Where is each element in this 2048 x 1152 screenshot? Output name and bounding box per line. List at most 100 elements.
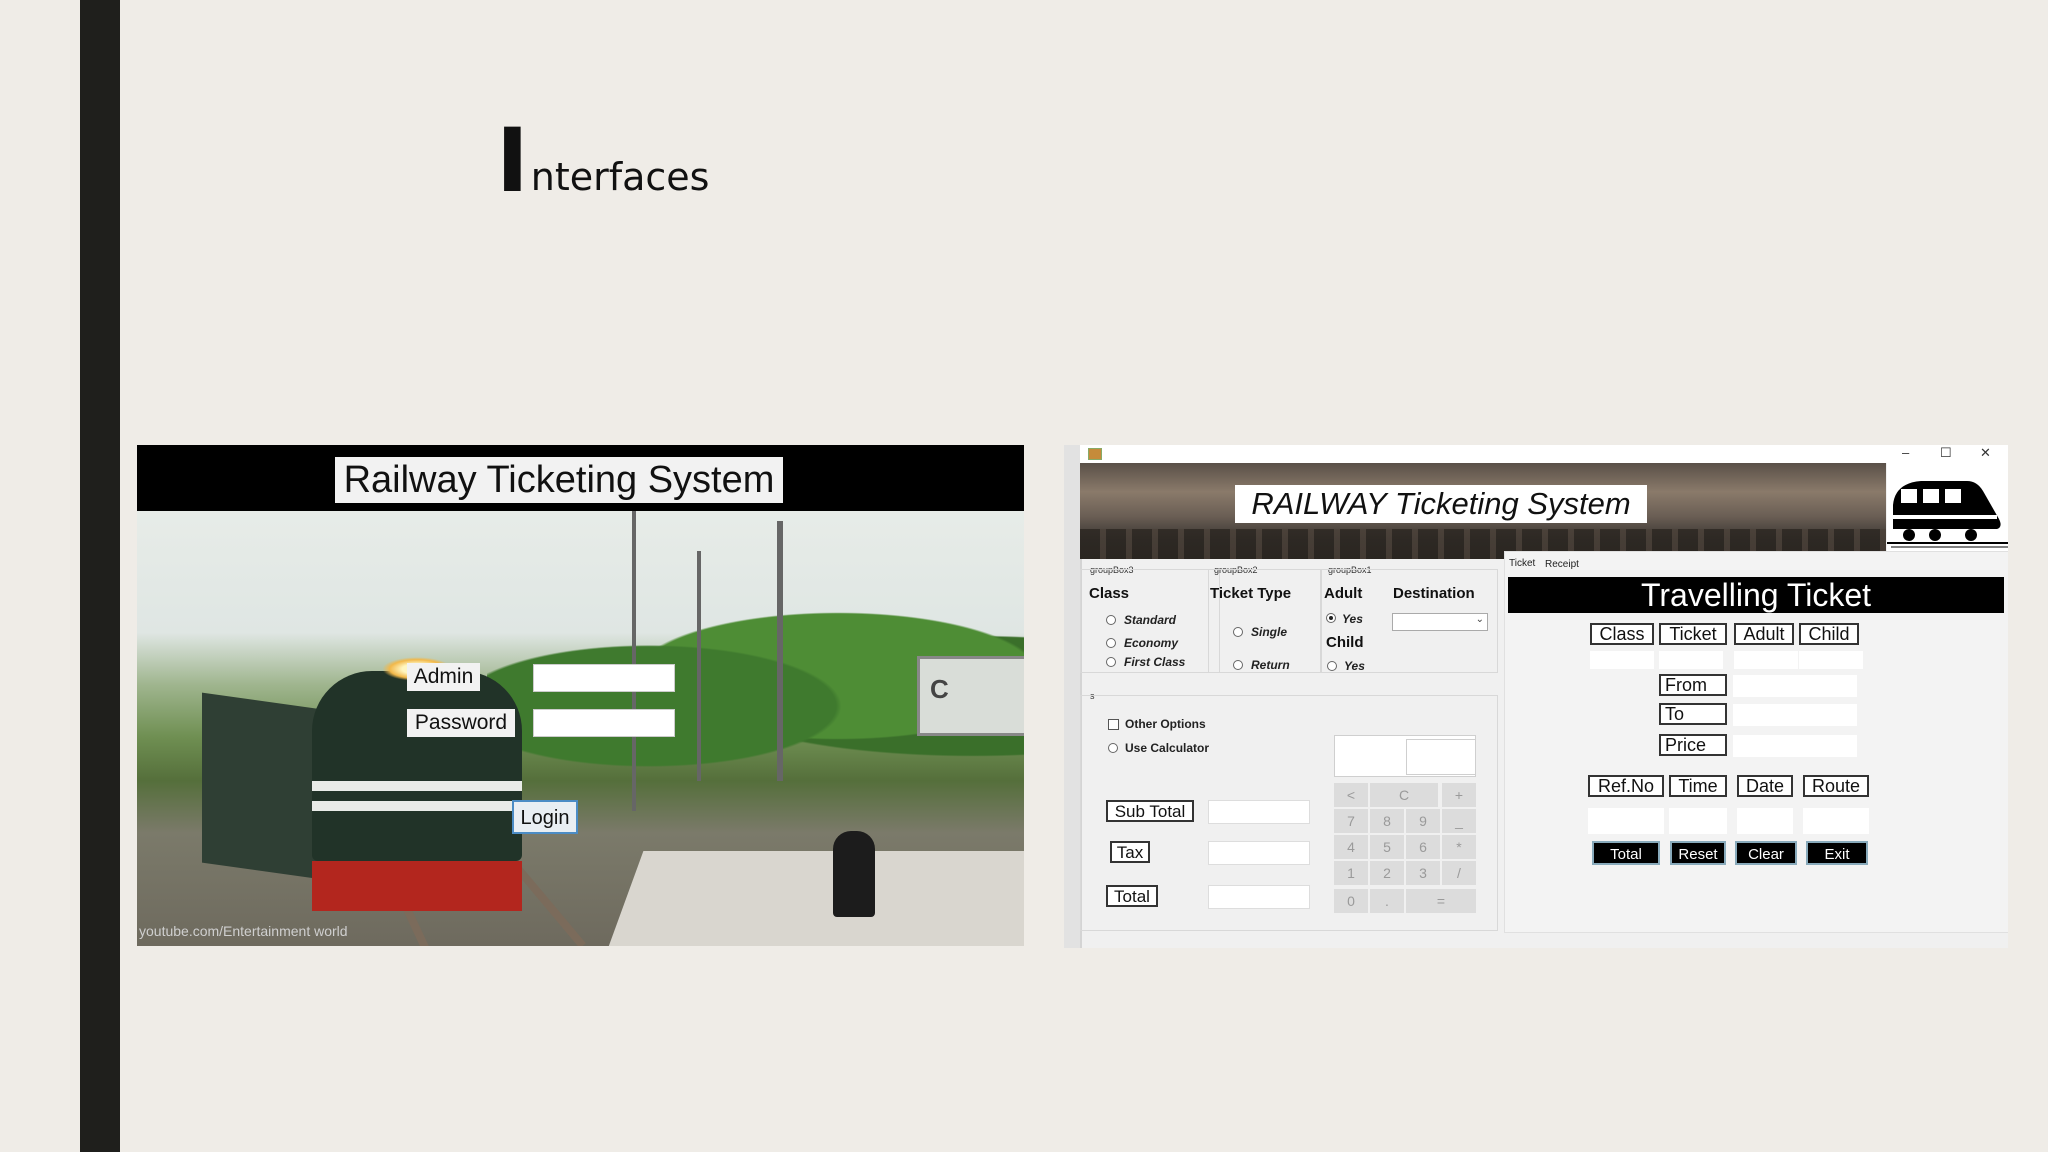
ticket-value-class[interactable]	[1590, 651, 1654, 669]
class-heading: Class	[1089, 585, 1130, 602]
return-label: Return	[1251, 658, 1290, 672]
travelling-ticket-title: Travelling Ticket	[1508, 577, 2004, 613]
child-yes-label: Yes	[1344, 659, 1365, 673]
stripe	[312, 781, 522, 791]
tab-receipt[interactable]: Receipt	[1545, 559, 1579, 570]
person-figure	[833, 831, 875, 917]
total-field[interactable]	[1208, 885, 1310, 909]
radio-single[interactable]	[1233, 627, 1243, 637]
calculator-key[interactable]: 0	[1334, 889, 1368, 913]
close-button[interactable]: ✕	[1980, 445, 1991, 461]
child-heading: Child	[1326, 634, 1364, 651]
calculator-key[interactable]: 6	[1406, 835, 1440, 859]
password-label: Password	[407, 709, 515, 737]
calculator-key[interactable]: <	[1334, 783, 1368, 807]
calculator-key[interactable]: 8	[1370, 809, 1404, 833]
banner-title: RAILWAY Ticketing System	[1235, 485, 1647, 523]
adult-yes-label: Yes	[1342, 612, 1363, 626]
calculator-key[interactable]: 9	[1406, 809, 1440, 833]
calculator-key[interactable]: 5	[1370, 835, 1404, 859]
radio-child-yes[interactable]	[1327, 661, 1337, 671]
calculator-key[interactable]: 2	[1370, 861, 1404, 885]
ticket-value-ticket[interactable]	[1659, 651, 1723, 669]
radio-adult-yes[interactable]	[1326, 613, 1336, 623]
electric-pole	[777, 521, 783, 781]
to-label: To	[1659, 703, 1727, 725]
to-field[interactable]	[1733, 704, 1857, 726]
calculator-key[interactable]: 1	[1334, 861, 1368, 885]
app-icon	[1088, 448, 1102, 460]
use-calculator-radio[interactable]	[1108, 743, 1118, 753]
electric-pole	[632, 511, 636, 811]
sub-total-field[interactable]	[1208, 800, 1310, 824]
ticket-value-route[interactable]	[1803, 808, 1869, 834]
slide-title-initial: I	[496, 108, 529, 212]
calculator-key[interactable]: 3	[1406, 861, 1440, 885]
use-calculator-label: Use Calculator	[1125, 741, 1210, 755]
total-button[interactable]: Total	[1592, 841, 1660, 865]
calculator-display-secondary	[1406, 739, 1476, 775]
ticket-header-child: Child	[1799, 623, 1859, 645]
ticket-header-time: Time	[1669, 775, 1727, 797]
other-options-checkbox[interactable]	[1108, 719, 1119, 730]
calculator-key[interactable]: /	[1442, 861, 1476, 885]
price-field[interactable]	[1733, 735, 1857, 757]
ticket-value-time[interactable]	[1669, 808, 1727, 834]
destination-heading: Destination	[1393, 585, 1475, 602]
ticket-header-date: Date	[1737, 775, 1793, 797]
radio-economy[interactable]	[1106, 638, 1116, 648]
ticket-header-refno: Ref.No	[1588, 775, 1664, 797]
admin-input[interactable]	[533, 664, 675, 692]
ticket-header-class: Class	[1590, 623, 1654, 645]
calculator-key[interactable]: _	[1442, 809, 1476, 833]
calculator-key[interactable]: C	[1370, 783, 1438, 807]
tab-ticket[interactable]: Ticket	[1509, 558, 1535, 569]
platform	[607, 851, 1024, 946]
radio-standard[interactable]	[1106, 615, 1116, 625]
single-label: Single	[1251, 625, 1288, 639]
login-button[interactable]: Login	[512, 800, 578, 834]
total-label: Total	[1106, 885, 1158, 907]
ticket-value-date[interactable]	[1737, 808, 1793, 834]
login-app-title: Railway Ticketing System	[335, 457, 783, 503]
admin-label: Admin	[407, 663, 480, 691]
calculator-key[interactable]: +	[1442, 783, 1476, 807]
clear-button[interactable]: Clear	[1735, 841, 1797, 865]
login-screenshot: C Railway Ticketing System Admin Passwor…	[137, 445, 1024, 946]
from-field[interactable]	[1733, 675, 1857, 697]
train-coach	[202, 692, 322, 880]
economy-label: Economy	[1124, 636, 1179, 650]
tax-label: Tax	[1110, 841, 1150, 863]
calculator-key[interactable]: 7	[1334, 809, 1368, 833]
ticket-value-adult[interactable]	[1734, 651, 1798, 669]
tax-field[interactable]	[1208, 841, 1310, 865]
standard-label: Standard	[1124, 613, 1177, 627]
ticket-header-route: Route	[1803, 775, 1869, 797]
calculator-key[interactable]: .	[1370, 889, 1404, 913]
calculator-key[interactable]: 4	[1334, 835, 1368, 859]
slide-left-bar	[80, 0, 120, 1152]
watermark: youtube.com/Entertainment world	[139, 923, 348, 939]
destination-select[interactable]: ⌄	[1392, 613, 1488, 631]
ticket-value-refno[interactable]	[1588, 808, 1664, 834]
from-label: From	[1659, 674, 1727, 696]
password-input[interactable]	[533, 709, 675, 737]
maximize-button[interactable]: ☐	[1940, 445, 1952, 461]
locomotive	[202, 657, 572, 931]
window-titlebar	[1080, 445, 2008, 463]
calculator-key[interactable]: =	[1406, 889, 1476, 913]
stripe	[312, 801, 522, 811]
minimize-button[interactable]: –	[1902, 445, 1909, 460]
reset-button[interactable]: Reset	[1670, 841, 1726, 865]
other-options-label: Other Options	[1125, 717, 1206, 731]
ticket-value-child[interactable]	[1799, 651, 1863, 669]
slide-title-rest: nterfaces	[530, 155, 710, 199]
radio-return[interactable]	[1233, 660, 1243, 670]
exit-button[interactable]: Exit	[1806, 841, 1868, 865]
calculator-key[interactable]: *	[1442, 835, 1476, 859]
train-icon	[1887, 463, 2008, 559]
ticket-header-adult: Adult	[1734, 623, 1794, 645]
price-label: Price	[1659, 734, 1727, 756]
radio-first-class[interactable]	[1106, 657, 1116, 667]
banner-image: RAILWAY Ticketing System	[1080, 463, 1886, 559]
